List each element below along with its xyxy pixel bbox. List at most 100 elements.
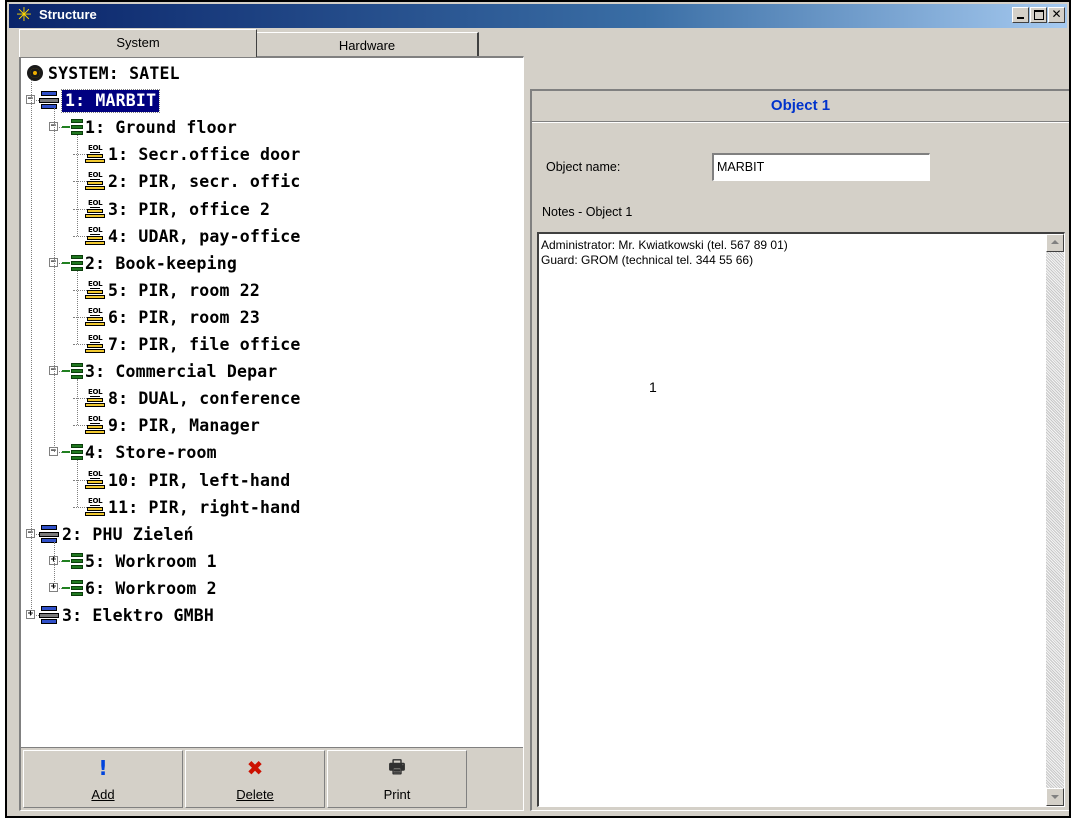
zone-icon-text: EOL — [88, 279, 103, 288]
structure-tree[interactable]: SYSTEM: SATEL −1: MARBIT −1: Ground floor E… — [21, 58, 523, 748]
zone-icon-text: EOL — [88, 415, 103, 424]
tree-item-partition[interactable]: −4: Store-room — [21, 441, 511, 465]
zone-icon-text: EOL — [88, 388, 103, 397]
print-button[interactable]: 🖶 Print — [327, 750, 467, 808]
object-icon — [39, 91, 59, 110]
tree-item-zone[interactable]: EOL 5: PIR, room 22 — [21, 279, 511, 303]
minimize-icon — [1013, 8, 1028, 22]
zone-icon-text: EOL — [88, 144, 103, 153]
zone-icon-text: EOL — [88, 469, 103, 478]
notes-line-1: Administrator: Mr. Kwiatkowski (tel. 567… — [541, 238, 788, 252]
maximize-button[interactable] — [1030, 7, 1047, 23]
tree-item-label: 4: UDAR, pay-office — [108, 226, 301, 246]
notes-scrollbar[interactable] — [1046, 234, 1064, 806]
printer-icon: 🖶 — [388, 757, 406, 778]
tree-item-zone[interactable]: EOL 9: PIR, Manager — [21, 414, 511, 438]
asterisk-icon: ✳ — [16, 4, 32, 26]
delete-button[interactable]: ✖ Delete — [185, 750, 325, 808]
tree-item-label: 1: Ground floor — [85, 118, 238, 138]
tab-system[interactable]: System — [19, 29, 257, 57]
minimize-button[interactable] — [1012, 7, 1029, 23]
tree-item-object[interactable]: −1: MARBIT — [21, 89, 511, 114]
tree-item-zone[interactable]: EOL 7: PIR, file office — [21, 333, 511, 357]
scroll-down-button[interactable] — [1046, 788, 1064, 806]
zone-icon-text: EOL — [88, 225, 103, 234]
partition-icon — [62, 254, 84, 272]
tree-item-partition[interactable]: +6: Workroom 2 — [21, 577, 511, 601]
tree-guide-line — [54, 108, 55, 453]
tree-item-zone[interactable]: EOL 11: PIR, right-hand — [21, 496, 511, 520]
tab-hardware[interactable]: Hardware — [257, 32, 479, 56]
tree-item-object[interactable]: −2: PHU Zieleń — [21, 523, 511, 547]
close-icon: ✕ — [1051, 7, 1062, 21]
object-icon — [39, 524, 59, 543]
zone-icon: EOL — [85, 226, 105, 246]
zone-icon: EOL — [85, 415, 105, 435]
partition-icon — [62, 579, 84, 597]
tree-item-label: 11: PIR, right-hand — [108, 497, 301, 517]
tree-item-partition[interactable]: +5: Workroom 1 — [21, 550, 511, 574]
tree-item-zone[interactable]: EOL 3: PIR, office 2 — [21, 198, 511, 222]
zone-icon: EOL — [85, 199, 105, 219]
tree-item-partition[interactable]: −2: Book-keeping — [21, 252, 511, 276]
notes-text: Administrator: Mr. Kwiatkowski (tel. 567… — [541, 238, 788, 268]
tree-toolbar: ! Add ✖ Delete 🖶 Print — [21, 747, 523, 810]
tree-item-label: 3: Elektro GMBH — [62, 606, 215, 625]
tree-root-item[interactable]: SYSTEM: SATEL — [21, 62, 501, 86]
tree-item-label: 4: Store-room — [85, 443, 217, 463]
tree-item-partition[interactable]: −1: Ground floor — [21, 116, 511, 140]
zone-icon: EOL — [85, 144, 105, 164]
tree-item-label: 7: PIR, file office — [108, 335, 301, 354]
tree-item-partition[interactable]: −3: Commercial Depar — [21, 360, 511, 384]
zone-icon: EOL — [85, 171, 105, 191]
partition-icon — [62, 552, 84, 570]
title-bar[interactable]: ✳ Structure ✕ — [9, 4, 1067, 28]
tree-item-label: 10: PIR, left-hand — [108, 470, 291, 490]
zone-icon-text: EOL — [88, 171, 103, 180]
tree-item-zone[interactable]: EOL 2: PIR, secr. offic — [21, 170, 511, 194]
zone-icon: EOL — [85, 334, 105, 354]
window-title: Structure — [39, 7, 97, 22]
tree-item-label: 3: PIR, office 2 — [108, 199, 271, 219]
object-icon — [39, 606, 59, 624]
object-name-label: Object name: — [546, 160, 621, 174]
tree-item-label: 2: Book-keeping — [85, 253, 238, 273]
scroll-up-button[interactable] — [1046, 234, 1064, 252]
zone-icon: EOL — [85, 280, 105, 300]
exclamation-icon: ! — [98, 756, 108, 780]
zone-icon: EOL — [85, 470, 105, 490]
tree-item-label: 6: PIR, room 23 — [108, 307, 261, 327]
tree-item-zone[interactable]: EOL 10: PIR, left-hand — [21, 469, 511, 493]
tree-item-label: 1: Secr.office door — [108, 145, 301, 165]
notes-textarea[interactable]: Administrator: Mr. Kwiatkowski (tel. 567… — [537, 232, 1065, 807]
close-button[interactable]: ✕ — [1048, 7, 1065, 23]
callout-number: 1 — [649, 379, 657, 395]
tree-item-label: 6: Workroom 2 — [85, 578, 217, 598]
zone-icon: EOL — [85, 388, 105, 408]
tree-item-label: 5: Workroom 1 — [85, 551, 217, 571]
tree-item-object[interactable]: +3: Elektro GMBH — [21, 604, 511, 628]
structure-tree-panel: SYSTEM: SATEL −1: MARBIT −1: Ground floor E… — [19, 56, 524, 811]
tree-item-zone[interactable]: EOL 1: Secr.office door — [21, 143, 511, 167]
delete-label: Delete — [236, 787, 274, 802]
tree-item-zone[interactable]: EOL 6: PIR, room 23 — [21, 306, 511, 330]
tree-item-zone[interactable]: EOL 4: UDAR, pay-office — [21, 225, 511, 249]
add-label: Add — [91, 787, 115, 802]
tree-guide-line — [31, 80, 32, 615]
notes-line-2: Guard: GROM (technical tel. 344 55 66) — [541, 253, 754, 267]
tree-item-label: 2: PHU Zieleń — [62, 524, 194, 544]
partition-icon — [62, 362, 84, 380]
tree-item-label: 5: PIR, room 22 — [108, 280, 261, 300]
tree-item-label: 8: DUAL, conference — [108, 389, 301, 409]
tree-guide-line — [77, 379, 78, 426]
tree-item-label: 2: PIR, secr. offic — [108, 172, 301, 192]
maximize-icon — [1031, 8, 1046, 22]
tree-item-zone[interactable]: EOL 8: DUAL, conference — [21, 387, 511, 411]
tree-item-label: 3: Commercial Depar — [85, 362, 278, 382]
object-name-input[interactable]: MARBIT — [712, 153, 930, 181]
add-button[interactable]: ! Add — [23, 750, 183, 808]
tree-root-label: SYSTEM: SATEL — [48, 64, 180, 83]
zone-icon-text: EOL — [88, 496, 103, 505]
tree-guide-line — [77, 460, 78, 507]
object-header: Object 1 — [532, 91, 1069, 122]
